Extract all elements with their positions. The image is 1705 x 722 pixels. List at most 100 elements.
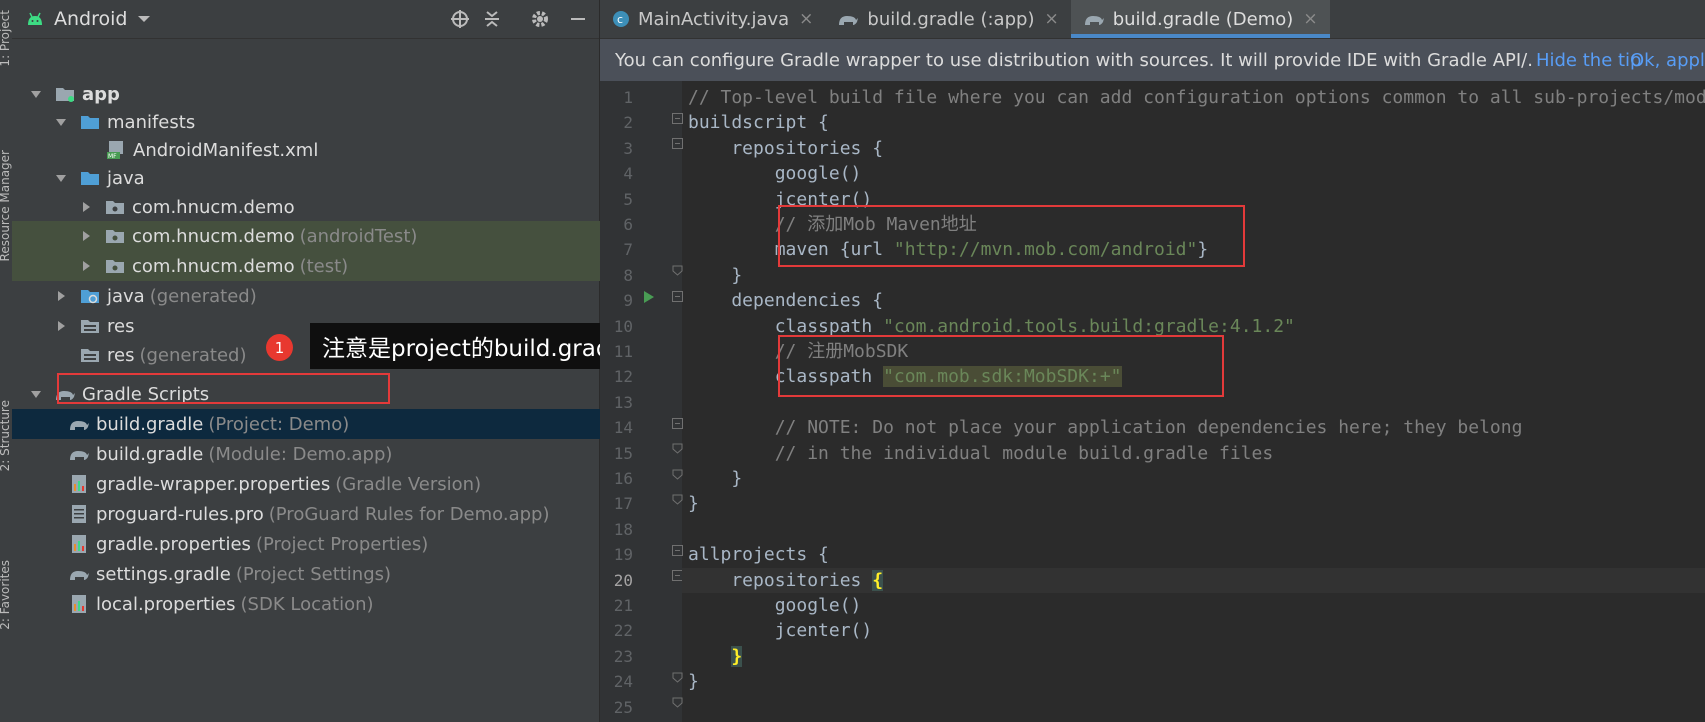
tree-item-gradle-properties[interactable]: gradle.properties (Project Properties) [12, 529, 655, 559]
ok-apply-link[interactable]: Ok, apply [1630, 50, 1705, 71]
highlight-box [778, 335, 1224, 397]
hide-tip-link[interactable]: Hide the tip [1536, 50, 1642, 71]
code-string: "com.android.tools.build:gradle:4.1.2" [883, 315, 1295, 337]
tree-item-settings-gradle[interactable]: settings.gradle (Project Settings) [12, 559, 655, 589]
folder-icon [79, 112, 101, 132]
resources-folder-icon [79, 345, 101, 365]
line-number: 13 [613, 392, 633, 412]
tree-item-label: settings.gradle [96, 563, 231, 585]
line-number: 18 [613, 519, 633, 539]
highlight-box [778, 205, 1245, 267]
tab-build-gradle-demo[interactable]: build.gradle (Demo) × [1070, 0, 1330, 38]
folder-icon [79, 168, 101, 188]
properties-file-icon [68, 594, 90, 614]
code-line: jcenter() [688, 620, 873, 642]
tree-item-local-properties[interactable]: local.properties (SDK Location) [12, 589, 655, 619]
collapsed-arrow-icon[interactable] [55, 320, 67, 332]
line-number: 19 [613, 545, 633, 565]
collapsed-arrow-icon[interactable] [55, 290, 67, 302]
manifest-file-icon: MF [105, 140, 127, 160]
tree-item-package-test[interactable]: com.hnucm.demo (test) [12, 251, 667, 281]
collapse-all-icon[interactable] [482, 9, 502, 29]
code-line: google() [688, 163, 862, 185]
tree-item-label: res [107, 344, 135, 366]
close-icon[interactable]: × [799, 9, 813, 29]
tree-item-hint: (SDK Location) [240, 593, 374, 615]
line-number: 17 [613, 494, 633, 514]
run-gutter-icon[interactable] [644, 291, 654, 303]
tree-item-app[interactable]: app [12, 79, 617, 109]
code-line: // NOTE: Do not place your application d… [688, 417, 1523, 439]
tree-item-label: AndroidManifest.xml [133, 139, 319, 161]
code-line: } [688, 468, 743, 489]
resource-manager-tool-tab[interactable]: Resource Manager [0, 150, 12, 261]
resources-folder-icon [79, 316, 101, 336]
tree-item-java-generated[interactable]: java (generated) [12, 281, 642, 311]
svg-text:MF: MF [108, 153, 117, 160]
gradle-icon [837, 11, 859, 27]
package-icon [104, 256, 126, 276]
code-line: dependencies { [688, 290, 884, 312]
tab-mainactivity[interactable]: c MainActivity.java × [600, 0, 825, 38]
expanded-arrow-icon[interactable] [30, 88, 42, 100]
line-number: 9 [623, 291, 633, 311]
highlight-box [57, 373, 390, 404]
line-number: 5 [623, 189, 633, 209]
line-number: 11 [613, 342, 633, 361]
tree-item-package-androidtest[interactable]: com.hnucm.demo (androidTest) [12, 221, 667, 251]
code-editor[interactable]: // Top-level build file where you can ad… [682, 81, 1705, 722]
tree-item-proguard-rules[interactable]: proguard-rules.pro (ProGuard Rules for D… [12, 499, 655, 529]
tree-item-gradle-wrapper-properties[interactable]: gradle-wrapper.properties (Gradle Versio… [12, 469, 655, 499]
tab-label: build.gradle (Demo) [1112, 8, 1294, 30]
tree-item-hint: (Project Settings) [235, 563, 392, 585]
close-icon[interactable]: × [1044, 9, 1058, 29]
code-line: // in the individual module build.gradle… [688, 442, 1274, 464]
expanded-arrow-icon[interactable] [55, 116, 67, 128]
view-selector[interactable]: Android [54, 8, 127, 30]
annotation-callout: 注意是project的build.gradle [310, 323, 643, 369]
code-line: repositories { [688, 137, 884, 159]
collapsed-arrow-icon[interactable] [80, 230, 92, 242]
matched-brace: } [731, 645, 743, 667]
line-number: 2 [623, 113, 633, 133]
tree-item-java[interactable]: java [12, 163, 642, 193]
java-class-icon: c [612, 10, 630, 28]
tree-item-package[interactable]: com.hnucm.demo [12, 192, 667, 222]
code-token: classpath [688, 315, 884, 337]
line-number: 10 [613, 316, 633, 336]
line-number: 15 [613, 443, 633, 463]
editor-tabs: c MainActivity.java × build.gradle (:app… [600, 0, 1705, 39]
tree-item-label: proguard-rules.pro [96, 503, 264, 525]
expanded-arrow-icon[interactable] [55, 172, 67, 184]
tree-item-label: java [107, 285, 145, 307]
project-tool-tab[interactable]: 1: Project [0, 10, 12, 67]
tree-item-label: gradle.properties [96, 533, 251, 555]
minimize-icon[interactable] [568, 9, 588, 29]
tree-item-label: com.hnucm.demo [132, 196, 295, 218]
locate-icon[interactable] [450, 9, 470, 29]
expanded-arrow-icon[interactable] [30, 388, 42, 400]
collapsed-arrow-icon[interactable] [80, 201, 92, 213]
tree-item-manifests[interactable]: manifests [12, 107, 642, 137]
line-number: 25 [613, 697, 633, 717]
code-line: buildscript { [688, 112, 829, 134]
code-token: repositories [688, 569, 873, 591]
tree-item-build-gradle-project[interactable]: build.gradle (Project: Demo) [12, 409, 655, 439]
tree-item-androidmanifest[interactable]: MF AndroidManifest.xml [12, 135, 692, 165]
generated-folder-icon [79, 286, 101, 306]
tree-item-hint: (androidTest) [299, 225, 418, 247]
code-line: // Top-level build file where you can ad… [688, 87, 1705, 108]
tip-text: You can configure Gradle wrapper to use … [615, 49, 1533, 71]
collapsed-arrow-icon[interactable] [80, 260, 92, 272]
code-line: repositories { [688, 568, 884, 593]
code-line: google() [688, 595, 862, 616]
close-icon[interactable]: × [1303, 9, 1317, 29]
tree-item-label: com.hnucm.demo [132, 255, 295, 277]
favorites-tool-tab[interactable]: 2: Favorites [0, 560, 12, 630]
tab-build-gradle-app[interactable]: build.gradle (:app) × [825, 0, 1070, 38]
gradle-icon [68, 564, 90, 584]
chevron-down-icon[interactable] [137, 14, 151, 24]
structure-tool-tab[interactable]: 2: Structure [0, 400, 12, 471]
gear-icon[interactable] [530, 9, 550, 29]
tree-item-build-gradle-module[interactable]: build.gradle (Module: Demo.app) [12, 439, 655, 469]
